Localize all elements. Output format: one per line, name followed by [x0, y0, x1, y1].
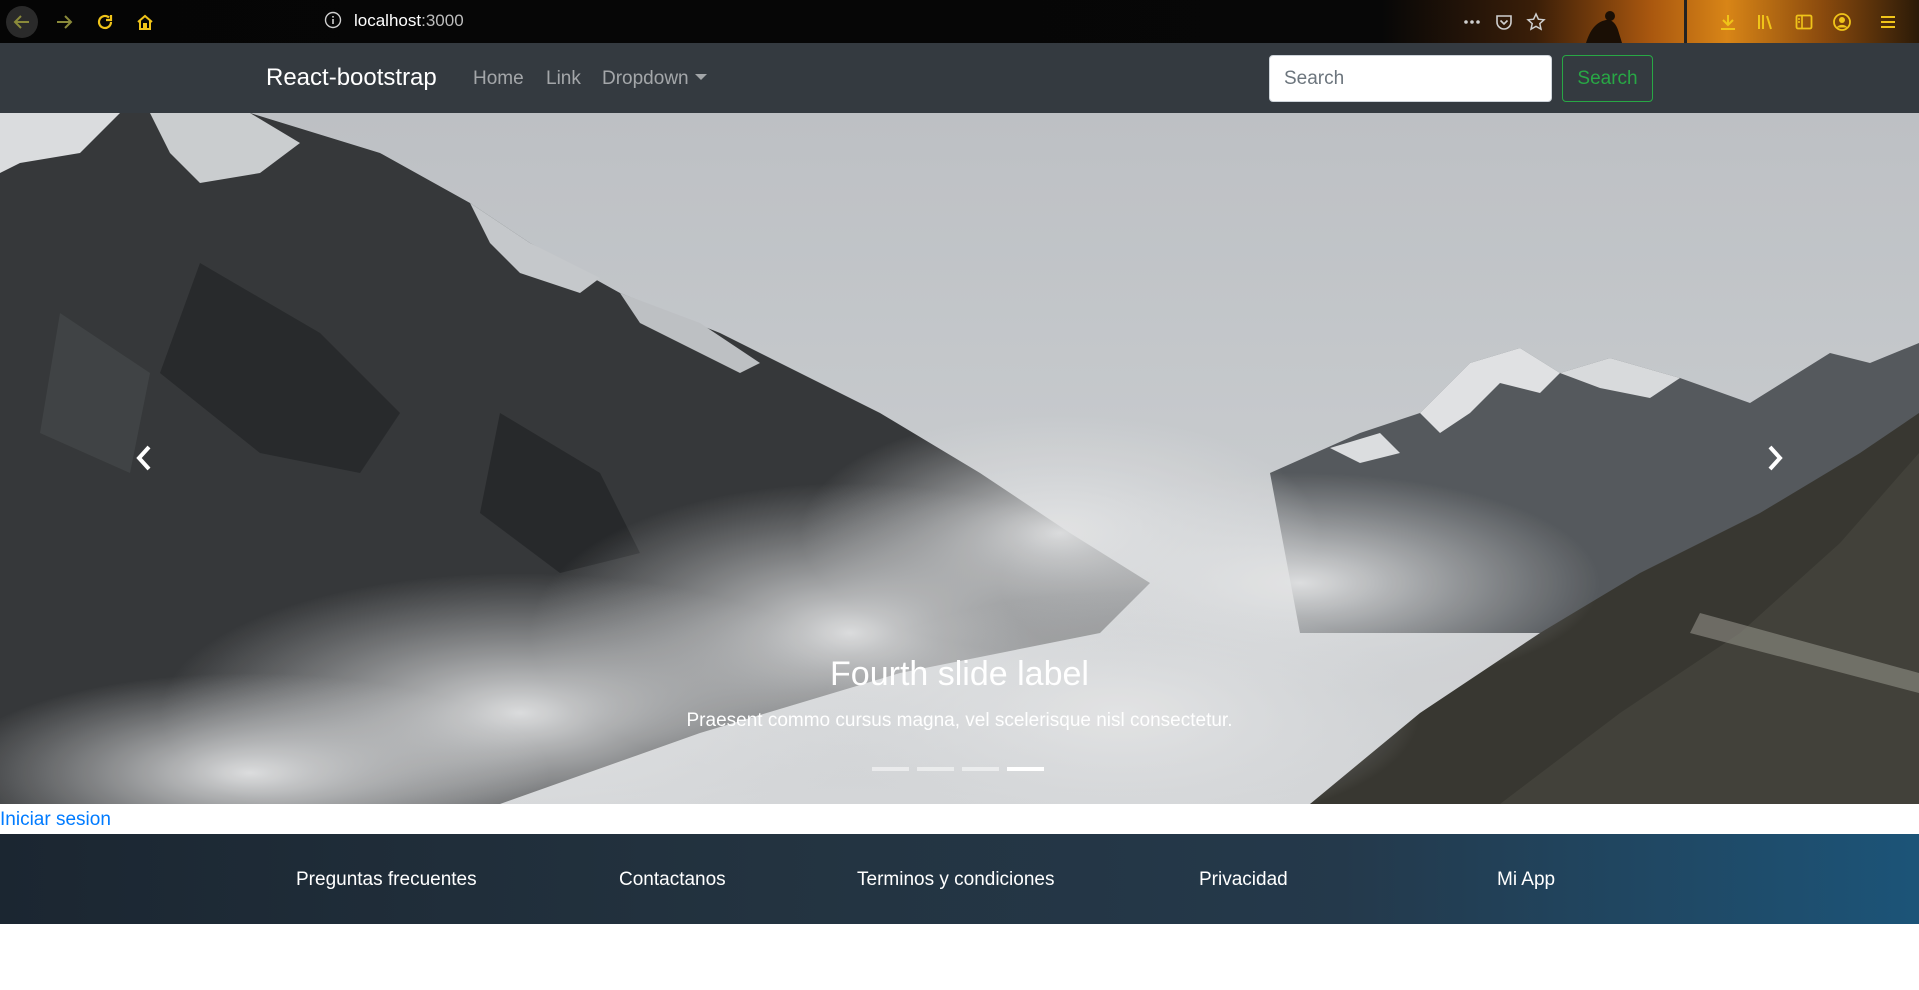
home-icon[interactable] [129, 6, 161, 38]
chevron-right-icon [1768, 445, 1783, 471]
info-icon[interactable] [322, 9, 344, 31]
login-link[interactable]: Iniciar sesion [0, 808, 111, 832]
sidebar-icon[interactable] [1788, 6, 1820, 38]
carousel-indicator-2[interactable] [917, 767, 954, 771]
forward-icon[interactable] [48, 6, 80, 38]
carousel-indicator-3[interactable] [962, 767, 999, 771]
carousel-indicator-4[interactable] [1007, 767, 1044, 771]
theme-figure [1566, 0, 1716, 43]
url-host: localhost [354, 11, 422, 30]
footer-link-faq[interactable]: Preguntas frecuentes [296, 868, 477, 892]
more-icon[interactable] [1456, 6, 1488, 38]
carousel-indicator-1[interactable] [872, 767, 909, 771]
account-icon[interactable] [1826, 6, 1858, 38]
nav-link-home[interactable]: Home [473, 67, 524, 91]
footer: Preguntas frecuentes Contactanos Termino… [0, 834, 1919, 924]
carousel-prev-control[interactable] [119, 433, 169, 483]
pocket-icon[interactable] [1488, 6, 1520, 38]
carousel: Fourth slide label Praesent commo cursus… [0, 113, 1919, 804]
footer-link-contact[interactable]: Contactanos [619, 868, 726, 892]
url-bar[interactable]: localhost:3000 [354, 9, 464, 33]
library-icon[interactable] [1750, 6, 1782, 38]
footer-link-terms[interactable]: Terminos y condiciones [857, 868, 1054, 892]
nav-dropdown[interactable]: Dropdown [602, 67, 707, 91]
reload-icon[interactable] [89, 6, 121, 38]
url-port: :3000 [421, 11, 464, 30]
page-actions [1456, 6, 1552, 38]
download-icon[interactable] [1712, 6, 1744, 38]
toolbar-right [1712, 6, 1904, 38]
footer-link-app[interactable]: Mi App [1497, 868, 1555, 892]
menu-icon[interactable] [1872, 6, 1904, 38]
navbar-brand[interactable]: React-bootstrap [266, 63, 437, 93]
carousel-next-control[interactable] [1750, 433, 1800, 483]
carousel-caption-title: Fourth slide label [830, 655, 1089, 693]
chevron-left-icon [136, 445, 151, 471]
carousel-slide-image [0, 113, 1919, 804]
carousel-indicators [872, 767, 1044, 771]
back-icon[interactable] [6, 6, 38, 38]
nav-dropdown-label: Dropdown [602, 68, 689, 89]
star-icon[interactable] [1520, 6, 1552, 38]
carousel-caption-text: Praesent commo cursus magna, vel sceleri… [686, 710, 1233, 731]
caret-down-icon [694, 74, 707, 80]
search-button[interactable]: Search [1562, 55, 1653, 102]
search-input[interactable] [1269, 55, 1552, 102]
footer-link-privacy[interactable]: Privacidad [1199, 868, 1288, 892]
browser-toolbar: localhost:3000 [0, 0, 1919, 43]
nav-link-link[interactable]: Link [546, 67, 581, 91]
navbar: React-bootstrap Home Link Dropdown Searc… [0, 43, 1919, 113]
